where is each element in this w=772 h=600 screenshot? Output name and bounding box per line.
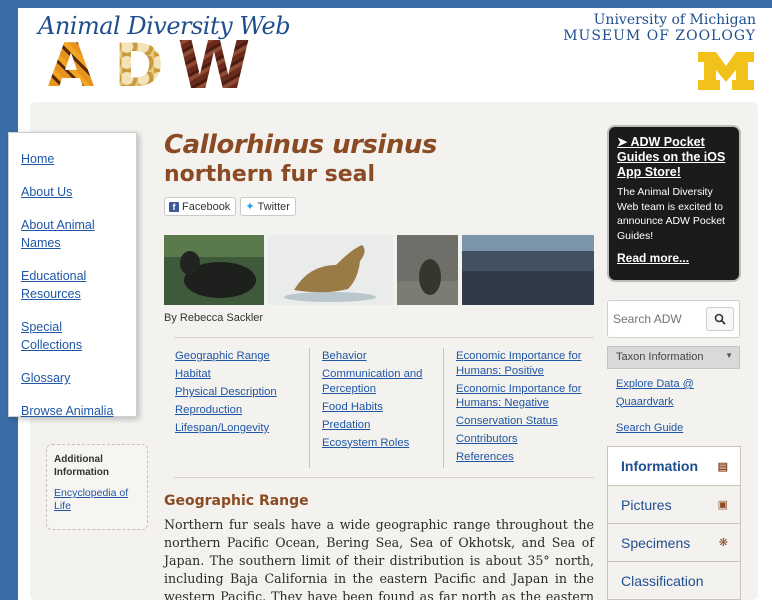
twitter-share-button[interactable]: ✦ Twitter: [240, 197, 296, 216]
document-icon: ▤: [717, 460, 728, 473]
logo-letter-a: A: [38, 36, 104, 96]
umich-museum-logo[interactable]: University of Michigan MUSEUM OF ZOOLOGY: [563, 12, 756, 44]
facebook-share-button[interactable]: f Facebook: [164, 197, 237, 216]
taxon-information-select[interactable]: Taxon Information ▼: [607, 346, 740, 369]
promo-title-text: ADW Pocket Guides on the iOS App Store!: [617, 135, 726, 179]
nav-special-collections[interactable]: Special Collections: [21, 318, 124, 354]
left-navigation: Home About Us About Animal Names Educati…: [8, 132, 137, 420]
toc-contributors[interactable]: Contributors: [456, 432, 586, 447]
tab-specimens-label: Specimens: [621, 534, 691, 551]
seal-photo-3[interactable]: [397, 235, 458, 305]
toc-ecosystem-roles[interactable]: Ecosystem Roles: [322, 436, 437, 451]
nav-home[interactable]: Home: [21, 150, 124, 168]
tab-classification[interactable]: Classification: [607, 562, 741, 600]
tab-information-label: Information: [621, 458, 698, 474]
toc-communication[interactable]: Communication and Perception: [322, 367, 437, 396]
toc-habitat[interactable]: Habitat: [175, 367, 300, 382]
tab-information[interactable]: Information ▤: [607, 446, 741, 486]
section-heading: Geographic Range: [164, 493, 309, 509]
nav-about-animal-names[interactable]: About Animal Names: [21, 216, 124, 252]
common-name: northern fur seal: [164, 162, 376, 187]
toc-physical-description[interactable]: Physical Description: [175, 385, 300, 400]
scientific-name: Callorhinus ursinus: [164, 130, 437, 160]
toc-reproduction[interactable]: Reproduction: [175, 403, 300, 418]
seal-photo-2[interactable]: [268, 235, 393, 305]
nav-browse-animalia[interactable]: Browse Animalia: [21, 402, 124, 420]
specimen-icon: ❋: [718, 537, 728, 549]
museum-name: MUSEUM OF ZOOLOGY: [563, 28, 756, 44]
tab-specimens[interactable]: Specimens ❋: [607, 524, 741, 562]
block-m-icon: [698, 52, 754, 90]
search-box: [607, 300, 740, 338]
nav-about-us[interactable]: About Us: [21, 183, 124, 201]
promo-body: The Animal Diversity Web team is excited…: [617, 186, 725, 242]
nav-educational-resources[interactable]: Educational Resources: [21, 267, 124, 303]
toc-conservation-status[interactable]: Conservation Status: [456, 414, 586, 429]
toc-column-1: Geographic Range Habitat Physical Descri…: [175, 349, 300, 439]
nav-glossary[interactable]: Glossary: [21, 369, 124, 387]
promo-read-more-link[interactable]: Read more...: [617, 251, 731, 265]
tab-pictures-label: Pictures: [621, 496, 672, 513]
byline: By Rebecca Sackler: [164, 312, 264, 324]
facebook-label: Facebook: [182, 200, 231, 213]
adw-logo[interactable]: A D W: [38, 33, 254, 99]
search-guide-link[interactable]: Search Guide: [616, 420, 726, 438]
toc-lifespan[interactable]: Lifespan/Longevity: [175, 421, 300, 436]
toc-references[interactable]: References: [456, 450, 586, 465]
promo-arrow-icon: ➤: [617, 135, 631, 149]
section-text: Northern fur seals have a wide geographi…: [164, 517, 594, 600]
encyclopedia-of-life-link[interactable]: Encyclopedia of Life: [54, 487, 140, 513]
toc-column-3: Economic Importance for Humans: Positive…: [456, 349, 586, 468]
main-content: Callorhinus ursinus northern fur seal f …: [164, 130, 594, 600]
tab-pictures[interactable]: Pictures ▣: [607, 486, 741, 524]
logo-letter-d: D: [106, 36, 172, 96]
search-icon: [714, 313, 726, 325]
twitter-icon: ✦: [245, 201, 255, 213]
toc-behavior[interactable]: Behavior: [322, 349, 437, 364]
toc-divider-top: [174, 337, 594, 338]
toc-column-divider: [443, 348, 444, 468]
toc-predation[interactable]: Predation: [322, 418, 437, 433]
camera-icon: ▣: [717, 499, 728, 511]
content-tabs: Information ▤ Pictures ▣ Specimens ❋ Cla…: [607, 446, 741, 600]
university-name: University of Michigan: [593, 12, 756, 28]
seal-photo-4[interactable]: [462, 235, 594, 305]
tab-classification-label: Classification: [621, 572, 704, 589]
chevron-down-icon: ▼: [725, 351, 733, 360]
facebook-icon: f: [169, 201, 179, 212]
pocket-guides-promo: ➤ ADW Pocket Guides on the iOS App Store…: [607, 125, 741, 282]
toc-geographic-range[interactable]: Geographic Range: [175, 349, 300, 364]
toc-column-2: Behavior Communication and Perception Fo…: [322, 349, 437, 454]
toc-food-habits[interactable]: Food Habits: [322, 400, 437, 415]
toc-economic-positive[interactable]: Economic Importance for Humans: Positive: [456, 349, 586, 378]
toc-divider-bottom: [174, 477, 594, 478]
promo-title[interactable]: ➤ ADW Pocket Guides on the iOS App Store…: [617, 135, 731, 180]
additional-information-box: Additional Information Encyclopedia of L…: [46, 444, 148, 530]
twitter-label: Twitter: [257, 200, 290, 213]
search-button[interactable]: [706, 307, 734, 331]
search-input[interactable]: [613, 312, 706, 326]
share-buttons: f Facebook ✦ Twitter: [164, 197, 594, 216]
logo-letter-w: W: [174, 33, 254, 99]
taxon-select-value: Taxon Information: [616, 351, 704, 363]
seal-photo-1[interactable]: [164, 235, 264, 305]
additional-info-title: Additional Information: [54, 454, 109, 478]
photo-strip: [164, 235, 594, 305]
toc-column-divider: [309, 348, 310, 468]
explore-data-link[interactable]: Explore Data @ Quaardvark: [616, 376, 726, 411]
toc-economic-negative[interactable]: Economic Importance for Humans: Negative: [456, 382, 586, 411]
